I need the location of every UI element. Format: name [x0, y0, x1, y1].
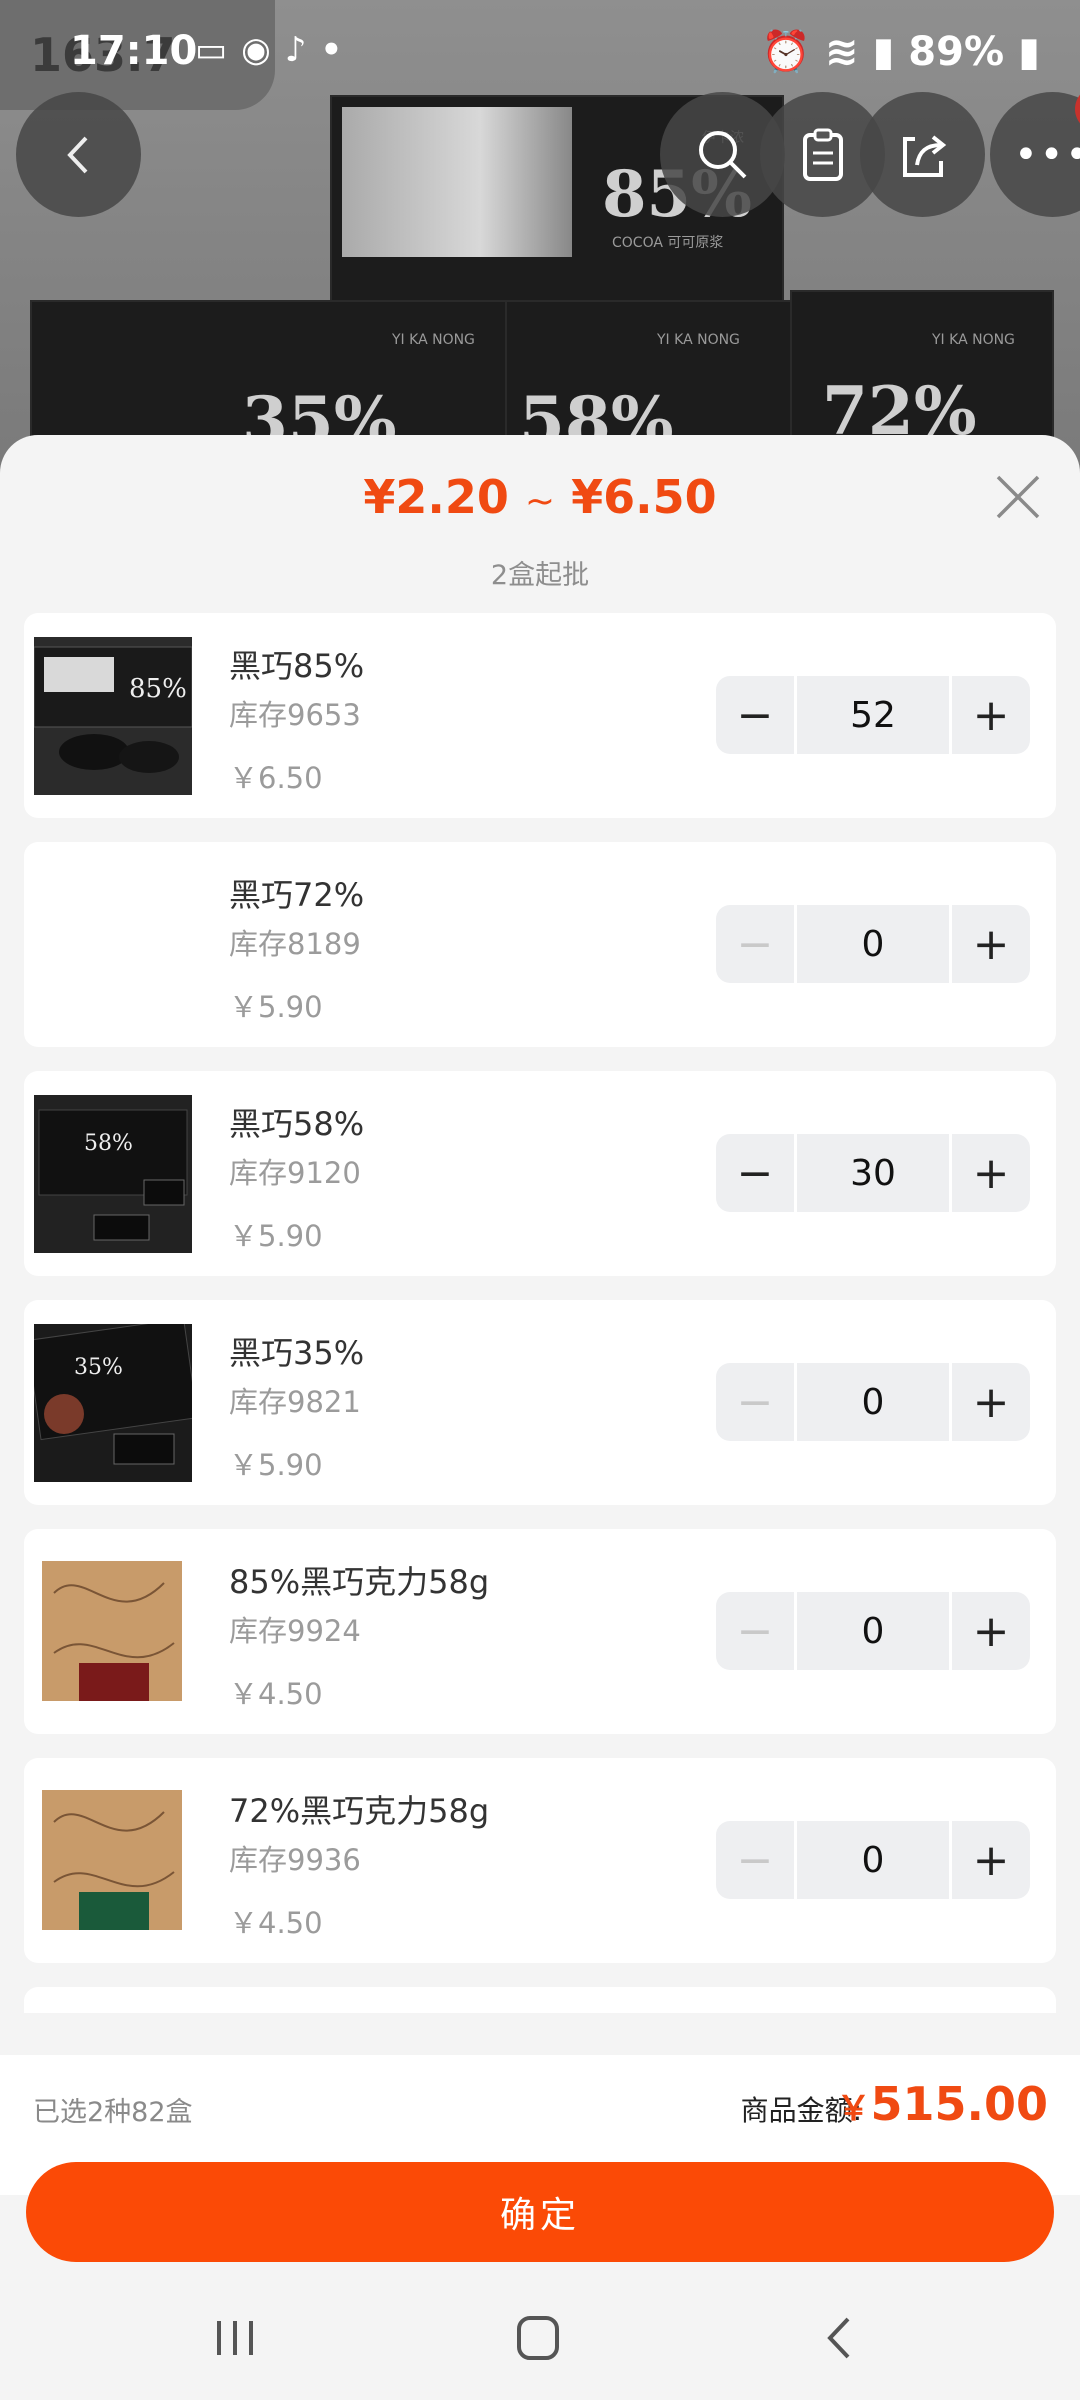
increase-button[interactable]: +	[952, 905, 1030, 983]
product-row: 35% 黑巧35% 库存9821 ￥5.90 −0 +	[24, 1300, 1056, 1505]
quantity-input[interactable]: 0	[797, 905, 949, 983]
product-stock: 库存8189	[229, 927, 361, 961]
notification-icons: ▭◉♪•	[195, 30, 357, 70]
total-value: 515.00	[870, 2077, 1048, 2131]
product-thumbnail: 35%	[34, 1324, 192, 1482]
increase-button[interactable]: +	[952, 1134, 1030, 1212]
product-name: 黑巧58%	[229, 1105, 365, 1143]
svg-text:58%: 58%	[84, 1131, 133, 1156]
decrease-button[interactable]: −	[716, 905, 794, 983]
product-thumbnail	[34, 1782, 192, 1940]
product-name: 黑巧35%	[229, 1334, 365, 1372]
status-right: ⏰ ≋ ▮ 89% ▮	[761, 28, 1040, 75]
product-list: 85% 黑巧85% 库存9653 ￥6.50−52 + 黑巧72% 库存8189 ￥5.90−…	[24, 613, 1056, 2013]
quantity-stepper: −30 +	[716, 1134, 1032, 1212]
product-price: ￥4.50	[229, 1677, 323, 1711]
decrease-button[interactable]: −	[716, 1363, 794, 1441]
product-price: ￥5.90	[229, 990, 323, 1024]
decrease-button[interactable]: −	[716, 676, 794, 754]
product-name: 85%黑巧克力58g	[229, 1563, 490, 1601]
sku-selection-sheet: ¥2.20 ~ ¥6.50 2盒起批 85% 黑巧85% 库存9653 ￥6.50−5…	[0, 435, 1080, 2275]
price-range: ¥2.20 ~ ¥6.50	[0, 470, 1080, 524]
chevron-left-icon	[66, 136, 87, 173]
home-icon[interactable]	[508, 2313, 568, 2363]
quantity-stepper: −0 +	[716, 905, 1032, 983]
back-nav-icon[interactable]	[810, 2313, 870, 2363]
product-thumbnail	[34, 866, 192, 1024]
product-price: ￥4.50	[229, 1906, 323, 1940]
confirm-button[interactable]: 确定	[26, 2162, 1054, 2262]
increase-button[interactable]: +	[952, 1821, 1030, 1899]
total-currency: ￥	[836, 2089, 871, 2129]
decrease-button[interactable]: −	[716, 1134, 794, 1212]
product-stock: 库存9936	[229, 1843, 361, 1877]
price-tilde: ~	[524, 481, 556, 522]
quantity-stepper: −0 +	[716, 1363, 1032, 1441]
quantity-stepper: −0 +	[716, 1592, 1032, 1670]
product-stock: 库存9821	[229, 1385, 361, 1419]
quantity-input[interactable]: 0	[797, 1363, 949, 1441]
svg-text:35%: 35%	[74, 1355, 123, 1380]
system-nav-bar	[0, 2275, 1080, 2400]
product-row: 黑巧72% 库存8189 ￥5.90 −0 +	[24, 842, 1056, 1047]
product-name: 72%黑巧克力58g	[229, 1792, 490, 1830]
close-icon[interactable]	[988, 467, 1048, 527]
product-price: ￥5.90	[229, 1448, 323, 1482]
product-row: 小号送礼手提袋−+	[24, 1987, 1056, 2013]
svg-text:85%: 85%	[129, 674, 187, 704]
product-row: 58% 黑巧58% 库存9120 ￥5.90 −30 +	[24, 1071, 1056, 1276]
share-icon	[902, 134, 946, 177]
decrease-button[interactable]: −	[716, 1821, 794, 1899]
battery-icon: ▮	[1017, 29, 1040, 75]
decrease-button[interactable]: −	[716, 1592, 794, 1670]
product-thumbnail: 85%	[34, 637, 192, 795]
status-time: 17:10	[70, 28, 198, 74]
alarm-icon: ⏰	[761, 29, 811, 75]
product-row: 85%黑巧克力58g 库存9924 ￥4.50 −0 +	[24, 1529, 1056, 1734]
product-name: 黑巧85%	[229, 647, 365, 685]
product-stock: 库存9653	[229, 698, 361, 732]
product-stock: 库存9120	[229, 1156, 361, 1190]
price-max: ¥6.50	[571, 470, 717, 524]
more-icon: •••	[1014, 131, 1080, 178]
product-row: 72%黑巧克力58g 库存9936 ￥4.50 −0 +	[24, 1758, 1056, 1963]
min-order-note: 2盒起批	[490, 560, 590, 591]
product-stock: 库存9924	[229, 1614, 361, 1648]
quantity-input[interactable]: 0	[797, 1821, 949, 1899]
increase-button[interactable]: +	[952, 1592, 1030, 1670]
battery-percent: 89%	[908, 29, 1005, 75]
wifi-icon: ≋	[824, 29, 859, 75]
product-row: 85% 黑巧85% 库存9653 ￥6.50 −52 +	[24, 613, 1056, 818]
quantity-stepper: −52 +	[716, 676, 1032, 754]
price-min: ¥2.20	[363, 470, 509, 524]
quantity-stepper: −0 +	[716, 1821, 1032, 1899]
product-name: 黑巧72%	[229, 876, 365, 914]
selected-count: 已选2种82盒	[33, 2097, 193, 2128]
clipboard-icon	[802, 128, 843, 181]
increase-button[interactable]: +	[952, 676, 1030, 754]
quantity-input[interactable]: 0	[797, 1592, 949, 1670]
signal-icon: ▮	[872, 29, 895, 75]
product-price: ￥5.90	[229, 1219, 323, 1253]
increase-button[interactable]: +	[952, 1363, 1030, 1441]
share-button[interactable]	[860, 92, 985, 217]
product-thumbnail: 58%	[34, 1095, 192, 1253]
recent-apps-icon[interactable]	[205, 2313, 265, 2363]
product-thumbnail	[34, 1553, 192, 1711]
total-amount: ￥515.00	[836, 2077, 1048, 2131]
quantity-input[interactable]: 30	[797, 1134, 949, 1212]
back-button[interactable]	[16, 92, 141, 217]
product-price: ￥6.50	[229, 761, 323, 795]
product-thumbnail	[34, 2011, 192, 2013]
search-icon	[698, 130, 746, 178]
quantity-input[interactable]: 52	[797, 676, 949, 754]
